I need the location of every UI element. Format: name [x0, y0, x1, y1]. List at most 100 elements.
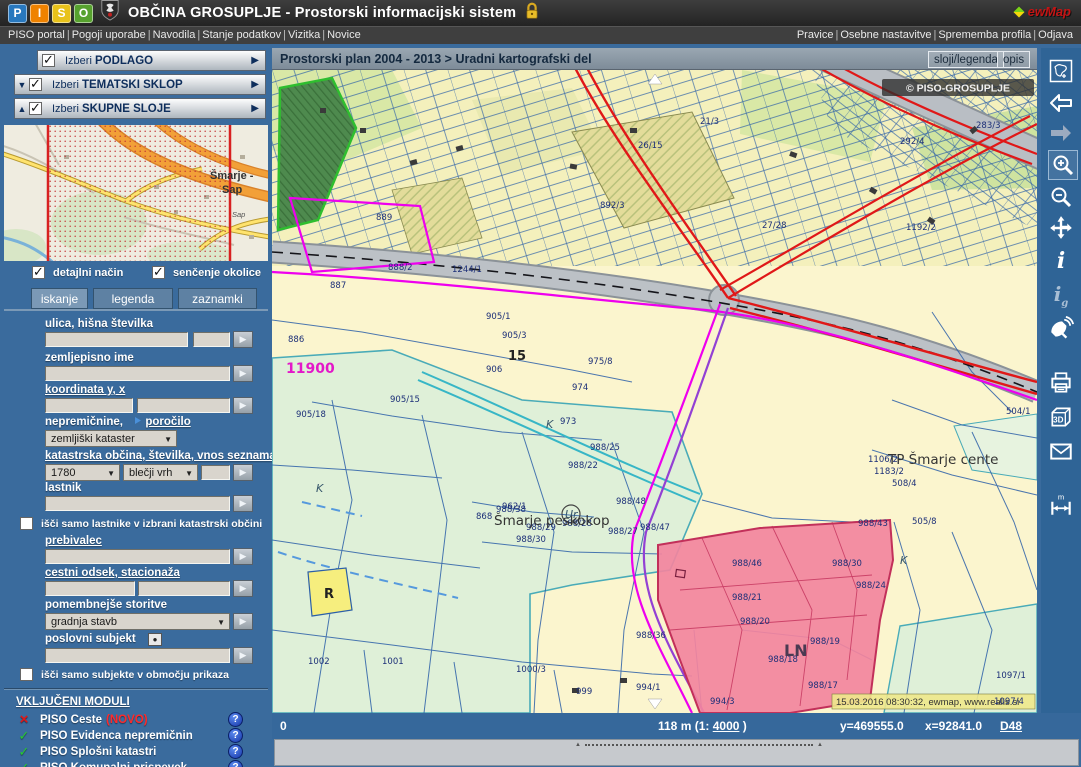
info-tool[interactable]: i — [1048, 248, 1074, 274]
owner-filter-toggle[interactable]: išči samo lastnike v izbrani katastrski … — [20, 517, 262, 530]
owner-input[interactable] — [45, 496, 230, 511]
minimap-extent-fill — [48, 125, 230, 261]
ko-number-select[interactable]: 1780 — [45, 464, 120, 481]
owner-search-button[interactable]: ▶ — [233, 495, 253, 512]
module-help-button[interactable]: ? — [228, 712, 243, 727]
parcel-search-button[interactable]: ▶ — [233, 464, 253, 481]
tab-zaznamki[interactable]: zaznamki — [178, 288, 257, 309]
dropdown-bar-tematski-sklop[interactable]: ▼ Izberi TEMATSKI SKLOP ▶ — [14, 74, 266, 95]
scale-link[interactable]: 4000 — [713, 719, 740, 733]
map-label: 905/18 — [296, 410, 326, 420]
description-button[interactable]: opis — [997, 51, 1030, 68]
nav-link[interactable]: Odjava — [1038, 29, 1073, 41]
coordinate-x-input[interactable] — [137, 398, 230, 413]
shading-toggle[interactable]: senčenje okolice — [152, 266, 261, 279]
print-button[interactable] — [1048, 370, 1074, 396]
detail-mode-toggle[interactable]: detajlni način — [32, 266, 123, 279]
ewmap-brand: ewMap — [1028, 4, 1071, 19]
business-entity-input[interactable] — [45, 648, 230, 663]
map-label: 905/3 — [502, 331, 527, 341]
info-group-tool[interactable]: ig — [1048, 282, 1074, 308]
map-label: 999 — [576, 687, 592, 697]
measure-tool[interactable]: m — [1048, 492, 1074, 518]
expand-right-icon[interactable]: ▶ — [251, 55, 259, 66]
tab-iskanje[interactable]: iskanje — [31, 288, 88, 309]
pan-tool[interactable] — [1048, 215, 1074, 241]
podlago-checkbox[interactable] — [42, 54, 55, 67]
parcel-number-input[interactable] — [201, 465, 230, 480]
3d-view-button[interactable]: 3D — [1048, 404, 1074, 430]
business-entity-info-button[interactable]: ● — [148, 633, 162, 646]
nav-link[interactable]: Vizitka — [288, 29, 320, 41]
coordinate-search-button[interactable]: ▶ — [233, 397, 253, 414]
entity-area-filter-toggle[interactable]: išči samo subjekte v območju prikaza — [20, 668, 229, 681]
road-search-button[interactable]: ▶ — [233, 580, 253, 597]
placename-search-button[interactable]: ▶ — [233, 365, 253, 382]
skupni-checkbox[interactable] — [29, 102, 42, 115]
map-label: 905/1 — [486, 312, 511, 322]
minimap-place-label: Šmarje - — [210, 169, 254, 182]
tematski-checkbox[interactable] — [29, 78, 42, 91]
collapse-up-icon[interactable]: ▲ — [15, 104, 29, 114]
panel-resize-handle[interactable]: ▲ ▲ — [575, 741, 823, 748]
nav-link[interactable]: Navodila — [153, 29, 196, 41]
overview-minimap[interactable]: Šmarje - Sap Sap — [4, 125, 268, 261]
gps-dish-tool[interactable] — [1048, 316, 1074, 342]
report-link[interactable]: poročilo — [145, 416, 190, 428]
mail-button[interactable] — [1048, 438, 1074, 464]
nav-link[interactable]: Pogoji uporabe — [72, 29, 146, 41]
expand-right-icon[interactable]: ▶ — [251, 103, 259, 114]
map-label: 887 — [330, 281, 346, 291]
services-search-button[interactable]: ▶ — [233, 613, 253, 630]
placename-input[interactable] — [45, 366, 230, 381]
nav-link[interactable]: Stanje podatkov — [202, 29, 281, 41]
resident-input[interactable] — [45, 549, 230, 564]
module-help-button[interactable]: ? — [228, 744, 243, 759]
detail-mode-checkbox[interactable] — [32, 266, 45, 279]
map-label: K — [900, 554, 908, 567]
map-canvas[interactable]: © PISO-GROSUPLJE 15.03.2016 08:30:32, ew… — [272, 70, 1037, 713]
map-label: 988/25 — [590, 443, 620, 453]
nav-link[interactable]: Osebne nastavitve — [840, 29, 931, 41]
nav-link[interactable]: PISO portal — [8, 29, 65, 41]
nav-link[interactable]: Novice — [327, 29, 361, 41]
back-button[interactable] — [1048, 90, 1074, 116]
street-search-button[interactable]: ▶ — [233, 331, 253, 348]
street-input[interactable] — [45, 332, 188, 347]
module-disabled-icon: × — [16, 715, 32, 725]
owner-filter-checkbox[interactable] — [20, 517, 33, 530]
coordinate-y-input[interactable] — [45, 398, 133, 413]
tab-legenda[interactable]: legenda — [93, 288, 173, 309]
zoom-in-tool[interactable] — [1048, 150, 1078, 180]
dropdown-bar-skupni-sloji[interactable]: ▲ Izberi SKUPNE SLOJE ▶ — [14, 98, 266, 119]
page-title: OBČINA GROSUPLJE - Prostorski informacij… — [128, 5, 516, 21]
map-label: 868 — [476, 512, 492, 522]
piso-logo[interactable]: P I S O — [8, 4, 93, 23]
expand-right-icon[interactable]: ▶ — [251, 79, 259, 90]
road-section-input[interactable] — [45, 581, 135, 596]
cadastre-type-select[interactable]: zemljiški kataster — [45, 430, 177, 447]
forward-button[interactable] — [1048, 120, 1074, 146]
scale-readout: 118 m (1: 4000 ) — [658, 719, 747, 733]
datum-link[interactable]: D48 — [1000, 719, 1022, 733]
nav-link[interactable]: Sprememba profila — [938, 29, 1031, 41]
shading-checkbox[interactable] — [152, 266, 165, 279]
map-label: 892/3 — [600, 201, 625, 211]
services-select[interactable]: gradnja stavb — [45, 613, 230, 630]
layers-legend-button[interactable]: sloji/legenda — [928, 51, 1004, 68]
ko-name-select[interactable]: blečji vrh — [123, 464, 198, 481]
resident-search-button[interactable]: ▶ — [233, 548, 253, 565]
zoom-out-tool[interactable] — [1048, 184, 1074, 210]
scale-zero: 0 — [280, 719, 287, 733]
dropdown-bar-podlago[interactable]: Izberi PODLAGO ▶ — [37, 50, 266, 71]
entity-area-filter-checkbox[interactable] — [20, 668, 33, 681]
nav-link[interactable]: Pravice — [797, 29, 834, 41]
collapse-down-icon[interactable]: ▼ — [15, 80, 29, 90]
house-number-input[interactable] — [193, 332, 230, 347]
full-extent-button[interactable] — [1048, 58, 1074, 84]
module-help-button[interactable]: ? — [228, 760, 243, 767]
module-help-button[interactable]: ? — [228, 728, 243, 743]
stationing-input[interactable] — [138, 581, 230, 596]
coordinate-label: koordinata y, x — [45, 384, 125, 396]
business-search-button[interactable]: ▶ — [233, 647, 253, 664]
